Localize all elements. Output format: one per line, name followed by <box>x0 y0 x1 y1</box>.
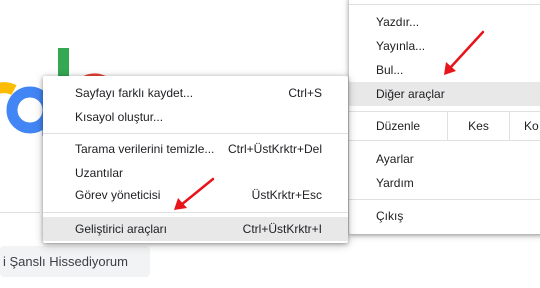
menu-item-settings[interactable]: Ayarlar <box>349 147 540 171</box>
menu-item-label: Yardım <box>376 176 414 190</box>
cut-button[interactable]: Kes <box>447 112 509 140</box>
submenu-item-create-shortcut[interactable]: Kısayol oluştur... <box>43 105 348 129</box>
annotation-arrow-developer-tools <box>174 177 215 210</box>
menu-item-label: Yayınla... <box>376 39 426 53</box>
menu-separator <box>349 199 540 200</box>
menu-item-label: Çıkış <box>376 209 404 223</box>
feeling-lucky-button[interactable]: i Şanslı Hissediyorum <box>0 246 150 277</box>
menu-separator <box>349 140 540 141</box>
menu-item-label: Ayarlar <box>376 152 414 166</box>
menu-item-label: Yazdır... <box>376 15 420 29</box>
search-box[interactable] <box>0 163 40 213</box>
menu-item-label: Bul... <box>376 63 404 77</box>
submenu-item-clear-browsing-data[interactable]: Tarama verilerini temizle... Ctrl+ÜstKrk… <box>43 137 348 161</box>
menu-item-more-tools[interactable]: Diğer araçlar <box>349 82 540 106</box>
edit-row: Düzenle Kes Ko <box>349 112 540 140</box>
menu-item-label: Diğer araçlar <box>376 87 445 101</box>
submenu-item-label: Görev yöneticisi <box>75 188 161 202</box>
copy-button[interactable]: Ko <box>509 112 540 140</box>
submenu-item-shortcut: Ctrl+ÜstKrktr+I <box>242 222 322 236</box>
menu-item-exit[interactable]: Çıkış <box>349 204 540 228</box>
menu-separator <box>349 4 540 5</box>
submenu-item-shortcut: Ctrl+ÜstKrktr+Del <box>227 142 322 156</box>
menu-item-help[interactable]: Yardım <box>349 171 540 195</box>
feeling-lucky-label: i Şanslı Hissediyorum <box>3 254 128 269</box>
submenu-item-save-page-as[interactable]: Sayfayı farklı kaydet... Ctrl+S <box>43 81 348 105</box>
more-tools-submenu: Sayfayı farklı kaydet... Ctrl+S Kısayol … <box>43 76 348 243</box>
submenu-item-shortcut: ÜstKrktr+Esc <box>251 188 322 202</box>
submenu-item-developer-tools[interactable]: Geliştirici araçları Ctrl+ÜstKrktr+I <box>43 217 348 241</box>
submenu-item-label: Tarama verilerini temizle... <box>75 142 215 156</box>
submenu-item-label: Kısayol oluştur... <box>75 110 164 124</box>
submenu-item-label: Geliştirici araçları <box>75 222 168 236</box>
submenu-separator <box>43 133 348 134</box>
submenu-item-label: Uzantılar <box>75 166 124 180</box>
annotation-arrow-more-tools <box>444 30 485 75</box>
submenu-item-shortcut: Ctrl+S <box>288 86 322 100</box>
submenu-item-label: Sayfayı farklı kaydet... <box>75 86 194 100</box>
edit-label: Düzenle <box>376 119 421 133</box>
